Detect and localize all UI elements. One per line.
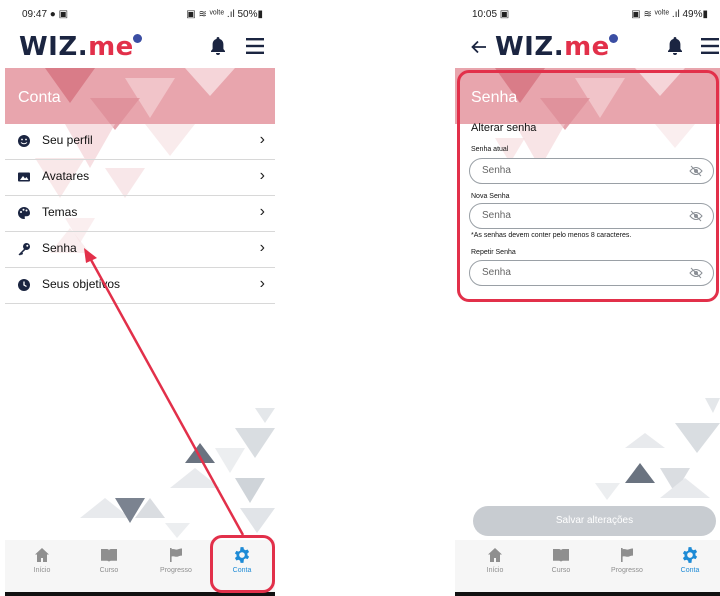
menu-item-senha[interactable]: Senha › bbox=[5, 231, 275, 268]
nav-item-curso[interactable]: Curso bbox=[79, 546, 139, 574]
menu-hamburger-icon[interactable] bbox=[700, 37, 720, 55]
nav-item-progresso[interactable]: Progresso bbox=[146, 546, 206, 574]
menu-item-label: Seus objetivos bbox=[42, 277, 121, 291]
menu-item-avatares[interactable]: Avatares › bbox=[5, 159, 275, 196]
chevron-right-icon: › bbox=[259, 275, 265, 292]
key-icon bbox=[18, 243, 30, 256]
nav-label: Início bbox=[33, 567, 51, 574]
home-icon bbox=[488, 548, 502, 562]
palette-icon bbox=[18, 207, 30, 219]
nav-label: Curso bbox=[551, 567, 571, 574]
back-arrow-icon[interactable] bbox=[471, 40, 487, 54]
chevron-right-icon: › bbox=[259, 167, 265, 184]
chevron-right-icon: › bbox=[259, 203, 265, 220]
menu-item-temas[interactable]: Temas › bbox=[5, 195, 275, 232]
nav-label: Início bbox=[486, 567, 504, 574]
menu-item-seus-objetivos[interactable]: Seus objetivos › bbox=[5, 267, 275, 304]
bell-icon[interactable] bbox=[667, 36, 683, 56]
status-indicators: ▣ ≋ ᵛᵒˡᵗᵉ .ıl 49%▮ bbox=[631, 9, 708, 20]
nav-item-inicio[interactable]: Início bbox=[12, 546, 72, 574]
status-time: 09:47 ● ▣ bbox=[22, 9, 69, 20]
bottom-navigation: Início Curso Progresso Conta bbox=[455, 540, 720, 592]
menu-hamburger-icon[interactable] bbox=[245, 37, 265, 55]
status-time: 10:05 ▣ bbox=[472, 9, 510, 20]
nav-item-progresso[interactable]: Progresso bbox=[597, 546, 657, 574]
highlight-box-password-form bbox=[457, 70, 719, 302]
chevron-right-icon: › bbox=[259, 239, 265, 256]
wizme-logo[interactable]: WIZ.me bbox=[495, 32, 618, 62]
flag-icon bbox=[621, 548, 633, 562]
bell-icon[interactable] bbox=[210, 36, 226, 56]
app-bar: WIZ.me bbox=[5, 30, 275, 68]
flag-icon bbox=[170, 548, 182, 562]
nav-item-inicio[interactable]: Início bbox=[465, 546, 525, 574]
status-indicators: ▣ ≋ ᵛᵒˡᵗᵉ .ıl 50%▮ bbox=[186, 9, 263, 20]
nav-label: Progresso bbox=[611, 567, 643, 574]
menu-item-seu-perfil[interactable]: Seu perfil › bbox=[5, 123, 275, 160]
menu-item-label: Seu perfil bbox=[42, 133, 93, 147]
book-icon bbox=[101, 549, 117, 562]
menu-item-label: Temas bbox=[42, 205, 78, 219]
clock-icon bbox=[18, 279, 30, 291]
nav-item-curso[interactable]: Curso bbox=[531, 546, 591, 574]
gear-icon bbox=[682, 547, 698, 563]
highlight-box-conta bbox=[210, 535, 275, 593]
menu-item-label: Avatares bbox=[42, 169, 90, 183]
smiley-icon bbox=[18, 135, 30, 147]
status-bar: 09:47 ● ▣ ▣ ≋ ᵛᵒˡᵗᵉ .ıl 50%▮ bbox=[5, 0, 275, 30]
image-icon bbox=[18, 172, 30, 182]
nav-label: Conta bbox=[680, 567, 700, 574]
chevron-right-icon: › bbox=[259, 131, 265, 148]
phone-screen-left: 09:47 ● ▣ ▣ ≋ ᵛᵒˡᵗᵉ .ıl 50%▮ WIZ.me Cont… bbox=[5, 0, 275, 596]
home-icon bbox=[35, 548, 49, 562]
section-title: Conta bbox=[18, 89, 61, 106]
app-bar: WIZ.me bbox=[455, 30, 720, 68]
nav-label: Curso bbox=[99, 567, 119, 574]
status-bar: 10:05 ▣ ▣ ≋ ᵛᵒˡᵗᵉ .ıl 49%▮ bbox=[455, 0, 720, 30]
wizme-logo[interactable]: WIZ.me bbox=[19, 32, 142, 62]
nav-item-conta[interactable]: Conta bbox=[660, 546, 720, 574]
save-changes-button[interactable]: Salvar alterações bbox=[473, 506, 716, 536]
book-icon bbox=[553, 549, 569, 562]
home-indicator bbox=[455, 592, 720, 596]
menu-item-label: Senha bbox=[42, 241, 77, 255]
nav-label: Progresso bbox=[160, 567, 192, 574]
